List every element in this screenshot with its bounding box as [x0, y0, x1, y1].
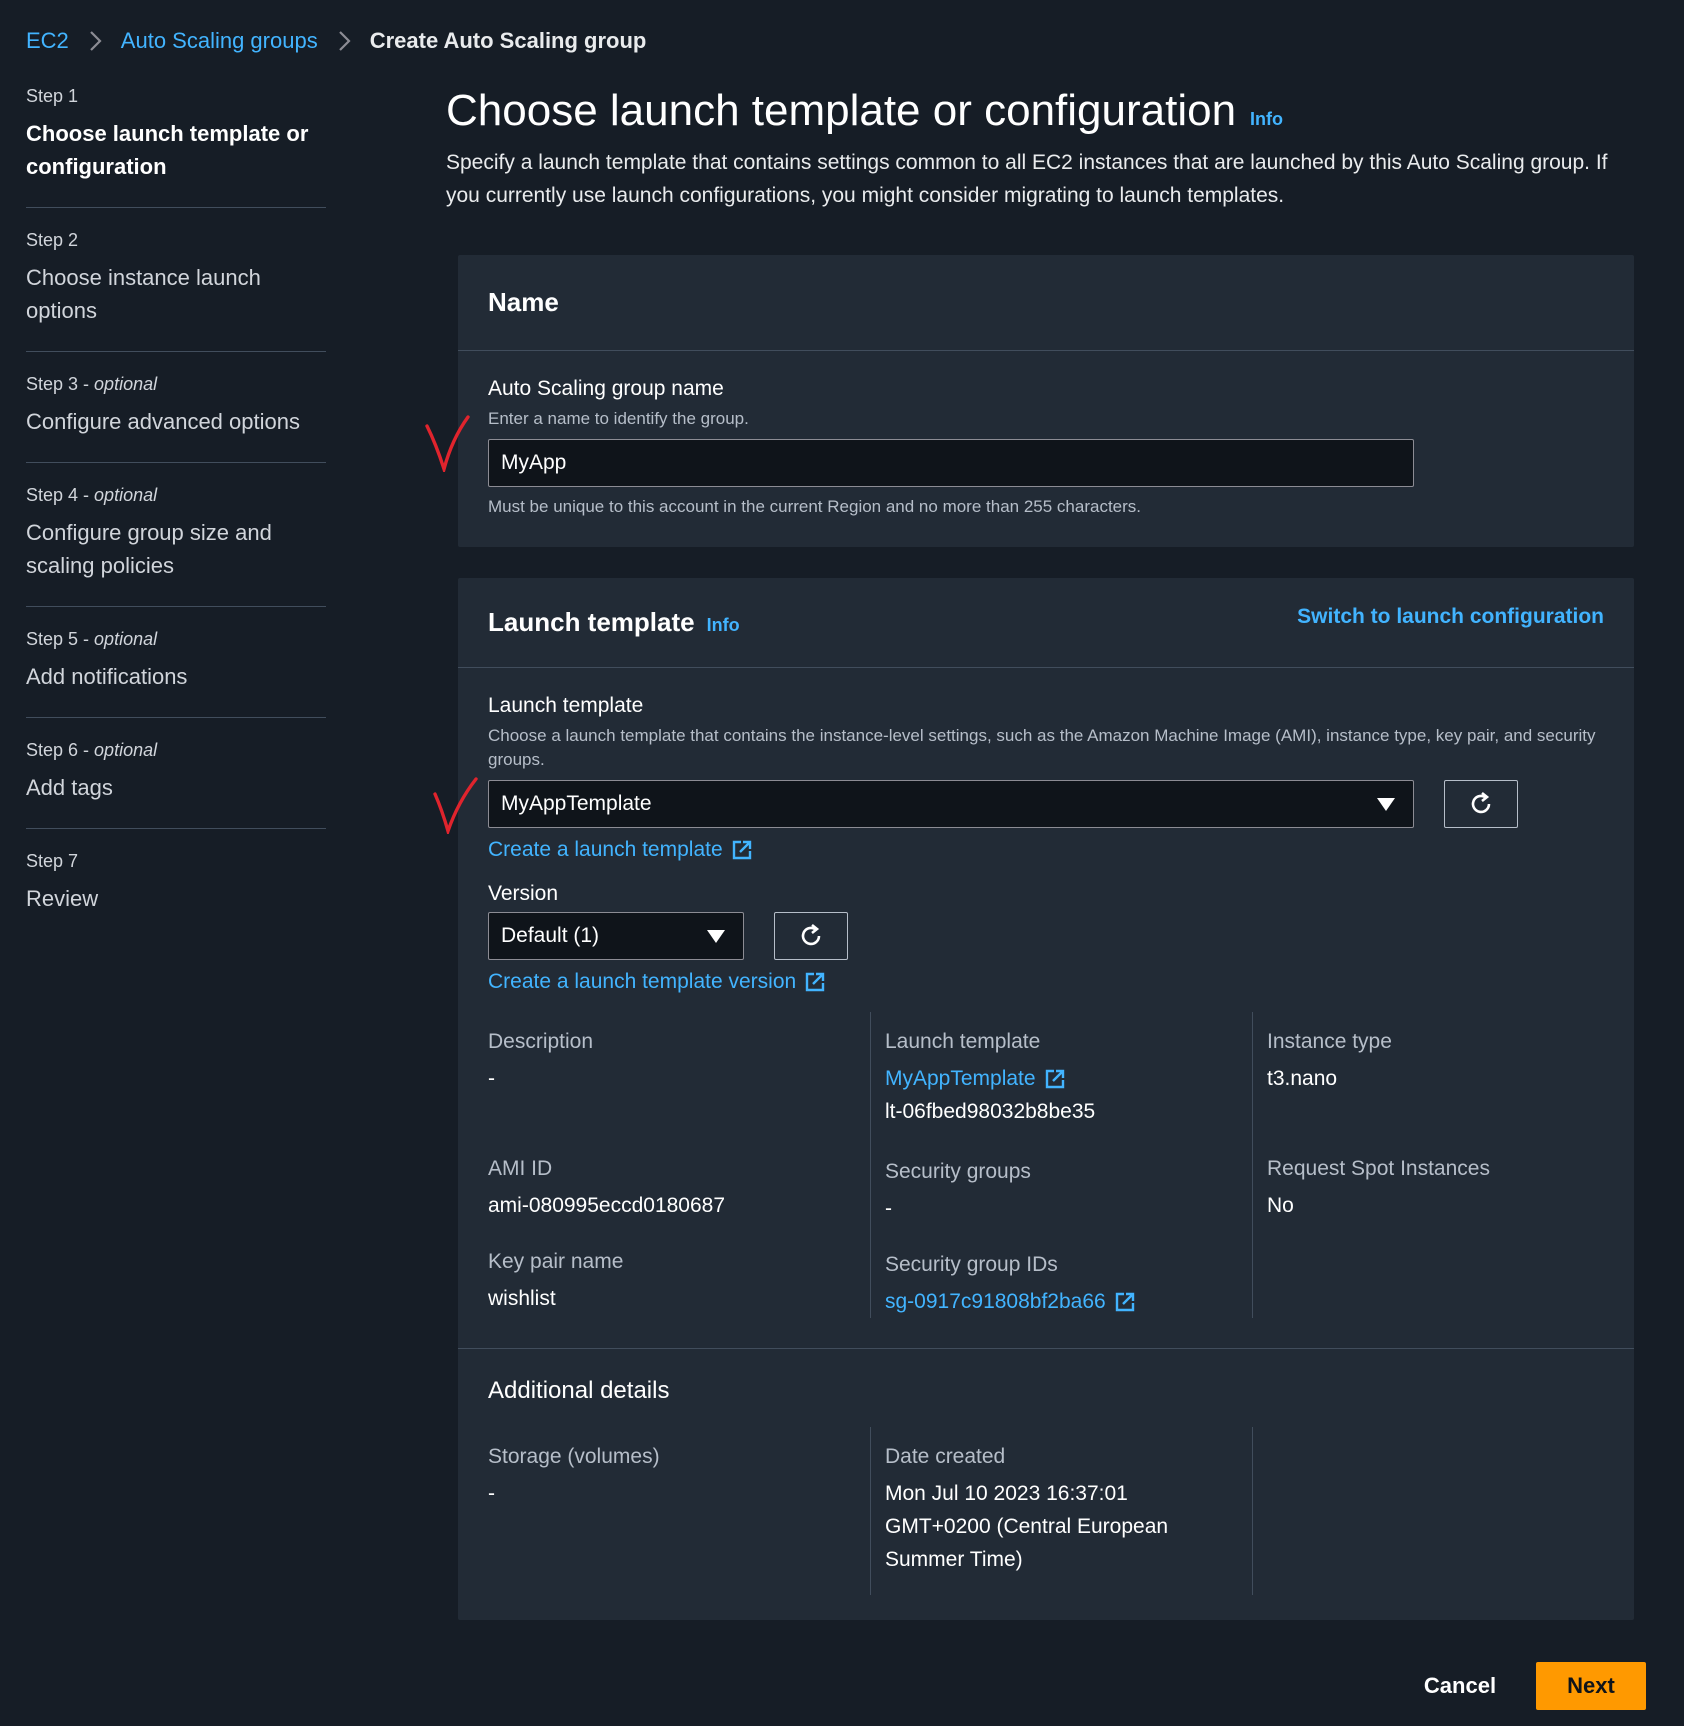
- info-link[interactable]: Info: [1250, 109, 1283, 130]
- launch-template-detail-link[interactable]: MyAppTemplate: [885, 1062, 1066, 1095]
- launch-template-card: Launch template Info Switch to launch co…: [458, 578, 1634, 1620]
- step-title: Add notifications: [26, 664, 188, 689]
- create-launch-template-link[interactable]: Create a launch template: [488, 838, 753, 862]
- group-name-description: Enter a name to identify the group.: [488, 409, 749, 428]
- version-label: Version: [488, 882, 559, 905]
- step-7[interactable]: Step 7 Review: [26, 851, 326, 939]
- name-card: Name Auto Scaling group name Enter a nam…: [458, 255, 1634, 547]
- external-link-icon: [1044, 1068, 1066, 1090]
- launch-template-id: lt-06fbed98032b8be35: [885, 1100, 1096, 1123]
- storage-volumes-key: Storage (volumes): [488, 1445, 660, 1468]
- step-title: Review: [26, 886, 99, 911]
- request-spot-instances-key: Request Spot Instances: [1267, 1157, 1490, 1180]
- external-link-icon: [1114, 1291, 1136, 1313]
- additional-details-grid: Storage (volumes) - Date created Mon Jul…: [488, 1427, 1604, 1595]
- date-created-key: Date created: [885, 1445, 1006, 1468]
- step-title: Configure group size and scaling policie…: [26, 520, 272, 578]
- external-link-icon: [804, 971, 826, 993]
- breadcrumb-auto-scaling-groups[interactable]: Auto Scaling groups: [121, 28, 318, 54]
- step-6[interactable]: Step 6 - optional Add tags: [26, 740, 326, 829]
- key-pair-name-key: Key pair name: [488, 1250, 624, 1273]
- step-2[interactable]: Step 2 Choose instance launch options: [26, 230, 326, 352]
- switch-to-launch-configuration-link[interactable]: Switch to launch configuration: [1297, 605, 1604, 629]
- cancel-button[interactable]: Cancel: [1410, 1662, 1510, 1710]
- step-number: Step 6 - optional: [26, 740, 158, 760]
- additional-details-title: Additional details: [488, 1377, 670, 1404]
- security-groups-value: -: [885, 1197, 892, 1220]
- additional-details-section: Additional details Storage (volumes) - D…: [458, 1348, 1634, 1595]
- step-5[interactable]: Step 5 - optional Add notifications: [26, 629, 326, 718]
- breadcrumb: EC2 Auto Scaling groups Create Auto Scal…: [26, 26, 646, 56]
- next-button[interactable]: Next: [1536, 1662, 1646, 1710]
- caret-down-icon: [707, 929, 725, 943]
- step-number: Step 3 - optional: [26, 374, 158, 394]
- name-card-header: Name: [458, 255, 1634, 351]
- page-title: Choose launch template or configuration: [446, 86, 1237, 135]
- security-groups-key: Security groups: [885, 1160, 1031, 1183]
- security-group-ids-key: Security group IDs: [885, 1253, 1058, 1276]
- name-card-title: Name: [488, 287, 559, 317]
- instance-type-value: t3.nano: [1267, 1067, 1338, 1090]
- step-number: Step 4 - optional: [26, 485, 158, 505]
- request-spot-instances-value: No: [1267, 1194, 1294, 1217]
- instance-type-key: Instance type: [1267, 1030, 1392, 1053]
- wizard-steps-sidebar: Step 1 Choose launch template or configu…: [26, 86, 326, 961]
- refresh-versions-button[interactable]: [774, 912, 848, 960]
- group-name-hint: Must be unique to this account in the cu…: [488, 497, 1142, 516]
- group-name-input[interactable]: [488, 439, 1414, 487]
- step-number: Step 1: [26, 86, 79, 106]
- launch-template-card-header: Launch template Info Switch to launch co…: [458, 578, 1634, 668]
- page-description: Specify a launch template that contains …: [446, 151, 1608, 207]
- step-number: Step 2: [26, 230, 79, 250]
- description-value: -: [488, 1067, 495, 1090]
- launch-template-detail-key: Launch template: [885, 1030, 1041, 1053]
- launch-template-description: Choose a launch template that contains t…: [488, 726, 1596, 769]
- group-name-label: Auto Scaling group name: [488, 377, 724, 400]
- step-number: Step 5 - optional: [26, 629, 158, 649]
- breadcrumb-current: Create Auto Scaling group: [369, 28, 647, 53]
- ami-id-value: ami-080995eccd0180687: [488, 1194, 726, 1217]
- step-number: Step 7: [26, 851, 79, 871]
- refresh-icon: [801, 923, 821, 946]
- info-link[interactable]: Info: [707, 615, 740, 636]
- breadcrumb-ec2[interactable]: EC2: [26, 28, 69, 54]
- refresh-icon: [1471, 791, 1491, 814]
- refresh-templates-button[interactable]: [1444, 780, 1518, 828]
- step-title: Add tags: [26, 775, 113, 800]
- external-link-icon: [731, 839, 753, 861]
- checkmark-annotation: [425, 415, 470, 472]
- step-4[interactable]: Step 4 - optional Configure group size a…: [26, 485, 326, 607]
- storage-volumes-value: -: [488, 1482, 495, 1505]
- launch-template-label: Launch template: [488, 694, 644, 717]
- step-title: Choose instance launch options: [26, 265, 261, 323]
- chevron-right-icon: [83, 29, 107, 53]
- step-title: Choose launch template or configuration: [26, 121, 309, 179]
- template-details-grid: Description - AMI ID ami-080995eccd01806…: [488, 1012, 1604, 1318]
- security-group-id-link[interactable]: sg-0917c91808bf2ba66: [885, 1285, 1136, 1318]
- page-header: Choose launch template or configuration …: [446, 86, 1283, 136]
- description-key: Description: [488, 1030, 594, 1053]
- key-pair-name-value: wishlist: [488, 1287, 556, 1310]
- chevron-right-icon: [332, 29, 356, 53]
- launch-template-selected: MyAppTemplate: [501, 792, 652, 815]
- step-3[interactable]: Step 3 - optional Configure advanced opt…: [26, 374, 326, 463]
- launch-template-card-title: Launch template Info: [488, 607, 740, 637]
- step-title: Configure advanced options: [26, 409, 300, 434]
- launch-template-select[interactable]: MyAppTemplate: [488, 780, 1414, 828]
- date-created-value: Mon Jul 10 2023 16:37:01 GMT+0200 (Centr…: [885, 1482, 1169, 1571]
- step-1[interactable]: Step 1 Choose launch template or configu…: [26, 86, 326, 208]
- checkmark-annotation: [433, 777, 478, 834]
- create-launch-template-version-link[interactable]: Create a launch template version: [488, 970, 826, 994]
- version-selected: Default (1): [501, 924, 600, 947]
- version-select[interactable]: Default (1): [488, 912, 744, 960]
- caret-down-icon: [1377, 797, 1395, 811]
- ami-id-key: AMI ID: [488, 1157, 553, 1180]
